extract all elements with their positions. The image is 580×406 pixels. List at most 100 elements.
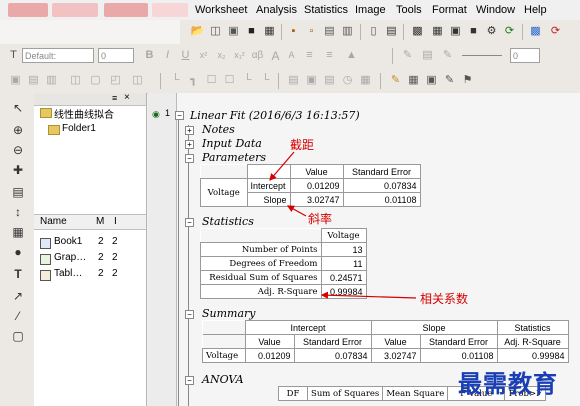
- font-combo[interactable]: Default:: [22, 48, 94, 63]
- explorer-close-icon[interactable]: ×: [124, 92, 130, 103]
- bold-button[interactable]: B: [142, 48, 157, 63]
- refresh-icon[interactable]: ⟳: [502, 24, 517, 39]
- expand-input-icon[interactable]: +: [185, 140, 194, 149]
- zoom-out-icon[interactable]: ⊖: [11, 143, 25, 157]
- grow-font-button[interactable]: A: [268, 48, 283, 63]
- rescale-icon[interactable]: ◰: [108, 73, 123, 88]
- menu-window[interactable]: Window: [476, 4, 515, 16]
- menu-worksheet[interactable]: Worksheet: [195, 4, 247, 16]
- pencil-icon[interactable]: ✎: [388, 73, 403, 88]
- pointer-icon[interactable]: ↖: [11, 101, 25, 115]
- front-icon[interactable]: ▤: [322, 73, 337, 88]
- folder1-item[interactable]: Folder1: [62, 123, 96, 134]
- brush-icon[interactable]: ✎: [442, 73, 457, 88]
- save-project-icon[interactable]: ▦: [262, 24, 277, 39]
- menu-statistics[interactable]: Statistics: [304, 4, 348, 16]
- line-tool-icon[interactable]: ⁄: [11, 309, 25, 323]
- draw-data-icon[interactable]: ●: [11, 245, 25, 259]
- project-root[interactable]: 线性曲线拟合: [54, 106, 114, 121]
- align-left-icon[interactable]: ≡: [302, 48, 317, 63]
- clock-icon[interactable]: ◷: [340, 73, 355, 88]
- script-window-icon[interactable]: ▣: [448, 24, 463, 39]
- import-icon[interactable]: ▪: [286, 24, 301, 39]
- results-log-icon[interactable]: ▦: [430, 24, 445, 39]
- fill-color-icon[interactable]: ✎: [400, 48, 415, 63]
- arrow-tool-icon[interactable]: ↗: [11, 289, 25, 303]
- zoom-layer-icon[interactable]: ◫: [130, 73, 145, 88]
- menu-tools[interactable]: Tools: [396, 4, 422, 16]
- rectangle-tool-icon[interactable]: ▢: [11, 329, 25, 343]
- collapse-anova-icon[interactable]: −: [185, 376, 194, 385]
- screen-reader-icon[interactable]: ▤: [11, 185, 25, 199]
- align-left-edge-icon[interactable]: └: [168, 73, 183, 88]
- mask-icon[interactable]: ▦: [11, 225, 25, 239]
- extract-icon[interactable]: ▢: [88, 73, 103, 88]
- open-icon[interactable]: 📂: [190, 24, 205, 39]
- italic-button[interactable]: I: [160, 48, 175, 63]
- project-explorer-icon[interactable]: ▩: [410, 24, 425, 39]
- greek-button[interactable]: αβ: [250, 48, 265, 63]
- layer-icon[interactable]: ▣: [8, 73, 23, 88]
- collapse-summary-icon[interactable]: −: [185, 310, 194, 319]
- align-horizontal-icon[interactable]: └: [258, 73, 273, 88]
- menu-format[interactable]: Format: [432, 4, 467, 16]
- line-width-combo[interactable]: 0: [510, 48, 540, 63]
- workbook-icon[interactable]: ▦: [406, 73, 421, 88]
- save-icon[interactable]: ■: [244, 24, 259, 39]
- collapse-statistics-icon[interactable]: −: [185, 218, 194, 227]
- underline-button[interactable]: U: [178, 48, 193, 63]
- column-name[interactable]: Name: [40, 216, 67, 227]
- matrix-icon[interactable]: ▣: [424, 73, 439, 88]
- line-color-icon[interactable]: ✎: [440, 48, 455, 63]
- align-top-icon[interactable]: ☐: [204, 73, 219, 88]
- menu-image[interactable]: Image: [355, 4, 386, 16]
- data-selector-icon[interactable]: ↕: [11, 205, 25, 219]
- duplicate-icon[interactable]: ▩: [528, 24, 543, 39]
- pin-icon[interactable]: ⚑: [460, 73, 475, 88]
- import-ascii-icon[interactable]: ▤: [322, 24, 337, 39]
- zoom-in-icon[interactable]: ⊕: [11, 123, 25, 137]
- align-right-edge-icon[interactable]: ┓: [186, 73, 201, 88]
- layer-arrange-icon[interactable]: ▥: [44, 73, 59, 88]
- code-builder-icon[interactable]: ⚙: [484, 24, 499, 39]
- shrink-font-button[interactable]: A: [284, 48, 299, 63]
- align-vertical-icon[interactable]: └: [240, 73, 255, 88]
- text-tool-icon[interactable]: T: [11, 267, 25, 281]
- collapse-parameters-icon[interactable]: −: [185, 154, 194, 163]
- print-icon[interactable]: ▤: [384, 24, 399, 39]
- recalculate-icon[interactable]: ⟳: [548, 24, 563, 39]
- list-item[interactable]: Tabl… 2 2: [38, 268, 146, 282]
- menu-help[interactable]: Help: [524, 4, 547, 16]
- superscript-button[interactable]: x²: [196, 48, 211, 63]
- menu-analysis[interactable]: Analysis: [256, 4, 297, 16]
- layer-add-icon[interactable]: ▤: [26, 73, 41, 88]
- collapse-report-icon[interactable]: −: [175, 111, 184, 120]
- font-color-icon[interactable]: ▲: [344, 48, 359, 63]
- command-window-icon[interactable]: ■: [466, 24, 481, 39]
- pattern-icon[interactable]: ▤: [420, 48, 435, 63]
- param-header-value: Value: [289, 164, 344, 179]
- align-bottom-icon[interactable]: ☐: [222, 73, 237, 88]
- group-icon[interactable]: ▤: [286, 73, 301, 88]
- save-template-icon[interactable]: ▣: [226, 24, 241, 39]
- ungroup-icon[interactable]: ▣: [304, 73, 319, 88]
- data-reader-icon[interactable]: ✚: [11, 163, 25, 177]
- list-item[interactable]: Grap… 2 2: [38, 252, 146, 266]
- supsub-button[interactable]: x₁²: [232, 48, 247, 63]
- merge-icon[interactable]: ◫: [68, 73, 83, 88]
- import-excel-icon[interactable]: ▥: [340, 24, 355, 39]
- import-wizard-icon[interactable]: ▫: [304, 24, 319, 39]
- expand-notes-icon[interactable]: +: [185, 126, 194, 135]
- column-i[interactable]: I: [114, 216, 117, 227]
- text-tool-icon[interactable]: T: [6, 48, 21, 63]
- open-template-icon[interactable]: ◫: [208, 24, 223, 39]
- explorer-pin-icon[interactable]: ≡: [112, 93, 117, 103]
- align-center-icon[interactable]: ≡: [322, 48, 337, 63]
- export-icon[interactable]: ▯: [366, 24, 381, 39]
- column-m[interactable]: M: [96, 216, 104, 227]
- back-icon[interactable]: ▦: [358, 73, 373, 88]
- toolbar-separator: [380, 73, 381, 89]
- list-item[interactable]: Book1 2 2: [38, 236, 146, 250]
- font-size-combo[interactable]: 0: [98, 48, 134, 63]
- subscript-button[interactable]: x₂: [214, 48, 229, 63]
